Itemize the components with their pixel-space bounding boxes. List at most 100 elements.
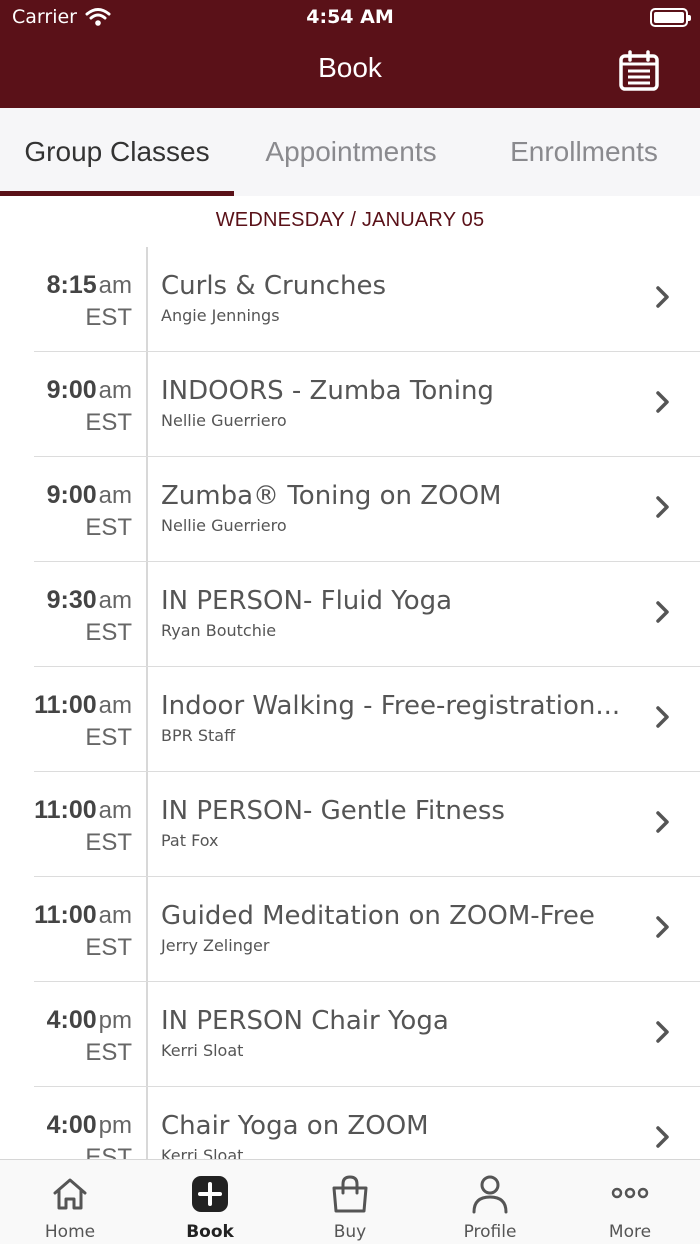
calendar-icon[interactable] [618,50,660,92]
home-icon [53,1178,87,1210]
plus-square-icon [192,1176,228,1212]
tabbar-label: Buy [333,1222,367,1242]
time-value: 11:00 [34,901,97,929]
time-zone: EST [85,724,132,751]
chevron-right-icon [656,1126,669,1148]
class-name: IN PERSON- Gentle Fitness [161,796,505,826]
time-meridiem: am [98,692,132,719]
class-name: Curls & Crunches [161,271,387,301]
class-start-time: 11:00am [34,691,132,720]
date-label: WEDNESDAY / JANUARY 05 [215,209,485,231]
class-row[interactable]: 9:00am EST Zumba® Toning on ZOOM Nellie Gue… [0,457,700,562]
tabbar-buy[interactable]: Buy [280,1160,420,1244]
class-start-time: 11:00am [34,796,132,825]
chevron-right-icon [656,391,669,413]
class-row[interactable]: 11:00am EST Guided Meditation on ZOOM-Free… [0,877,700,982]
class-row[interactable]: 9:30am EST IN PERSON- Fluid Yoga Ryan Boutc… [0,562,700,667]
instructor-name: Nellie Guerriero [161,411,287,430]
header: Carrier 4:54 AM Book [0,0,700,108]
tabbar-book[interactable]: Book [140,1160,280,1244]
class-start-time: 11:00am [34,901,132,930]
chevron-right-icon [656,496,669,518]
class-start-time: 4:00pm [47,1111,132,1140]
time-zone: EST [85,619,132,646]
tabbar-more[interactable]: More [560,1160,700,1244]
time-value: 8:15 [46,271,97,299]
class-row[interactable]: 11:00am EST Indoor Walking - Free-registra… [0,667,700,772]
shopping-bag-icon [332,1175,368,1213]
time-meridiem: am [98,272,132,299]
time-zone: EST [85,934,132,961]
class-start-time: 9:30am [47,586,132,615]
class-name: IN PERSON- Fluid Yoga [161,586,453,616]
time-meridiem: am [98,482,132,509]
chevron-right-icon [656,286,669,308]
class-name: IN PERSON Chair Yoga [161,1006,449,1036]
time-value: 9:30 [46,586,97,614]
time-zone: EST [85,514,132,541]
time-zone: EST [85,1144,132,1159]
class-name: INDOORS - Zumba Toning [161,376,494,406]
class-start-time: 8:15am [47,271,132,300]
tabbar-label: Home [44,1222,96,1242]
bottom-tab-bar: Home Book Buy Profile More [0,1159,700,1244]
tab-appointments[interactable]: Appointments [234,108,468,196]
class-schedule-list: 8:15am EST Curls & Crunches Angie Jennings 9… [0,247,700,1159]
tab-group-classes[interactable]: Group Classes [0,108,234,196]
instructor-name: Nellie Guerriero [161,516,287,535]
class-name: Guided Meditation on ZOOM-Free [161,901,595,931]
class-row[interactable]: 11:00am EST IN PERSON- Gentle Fitness Pat F… [0,772,700,877]
class-row[interactable]: 4:00pm EST Chair Yoga on ZOOM Kerri Sloat [0,1087,700,1159]
time-zone: EST [85,829,132,856]
instructor-name: Pat Fox [161,831,219,850]
class-row[interactable]: 9:00am EST INDOORS - Zumba Toning Nellie Gu… [0,352,700,457]
tabbar-label: Profile [463,1222,517,1242]
time-meridiem: am [98,377,132,404]
class-start-time: 9:00am [47,376,132,405]
time-meridiem: pm [98,1007,132,1034]
class-row[interactable]: 4:00pm EST IN PERSON Chair Yoga Kerri Sloat [0,982,700,1087]
page-title: Book [318,52,382,83]
time-zone: EST [85,409,132,436]
class-start-time: 4:00pm [47,1006,132,1035]
class-start-time: 9:00am [47,481,132,510]
time-zone: EST [85,1039,132,1066]
tab-enrollments[interactable]: Enrollments [468,108,700,196]
tabbar-label: Book [186,1222,234,1242]
time-meridiem: am [98,587,132,614]
person-icon [472,1175,508,1214]
segment-tabs: Group Classes Appointments Enrollments [0,108,700,196]
time-value: 11:00 [34,796,97,824]
time-value: 9:00 [46,481,97,509]
active-tab-indicator [0,191,234,196]
time-meridiem: am [98,797,132,824]
status-time: 4:54 AM [306,6,394,28]
class-name: Zumba® Toning on ZOOM [161,481,502,511]
chevron-right-icon [656,811,669,833]
instructor-name: Kerri Sloat [161,1146,244,1159]
more-dots-icon [611,1187,649,1199]
instructor-name: Angie Jennings [161,306,280,325]
status-bar: Carrier 4:54 AM [0,0,700,36]
time-value: 4:00 [46,1006,97,1034]
tabbar-profile[interactable]: Profile [420,1160,560,1244]
instructor-name: BPR Staff [161,726,236,745]
instructor-name: Ryan Boutchie [161,621,277,640]
time-meridiem: am [98,902,132,929]
chevron-right-icon [656,706,669,728]
instructor-name: Jerry Zelinger [161,936,270,955]
chevron-right-icon [656,601,669,623]
time-meridiem: pm [98,1112,132,1139]
time-value: 11:00 [34,691,97,719]
instructor-name: Kerri Sloat [161,1041,244,1060]
tabbar-home[interactable]: Home [0,1160,140,1244]
time-value: 4:00 [46,1111,97,1139]
chevron-right-icon [656,916,669,938]
class-row[interactable]: 8:15am EST Curls & Crunches Angie Jennings [0,247,700,352]
tabbar-label: More [608,1222,652,1242]
battery-icon [650,8,691,27]
time-zone: EST [85,304,132,331]
class-name: Indoor Walking - Free-registration... [161,691,621,721]
time-value: 9:00 [46,376,97,404]
chevron-right-icon [656,1021,669,1043]
